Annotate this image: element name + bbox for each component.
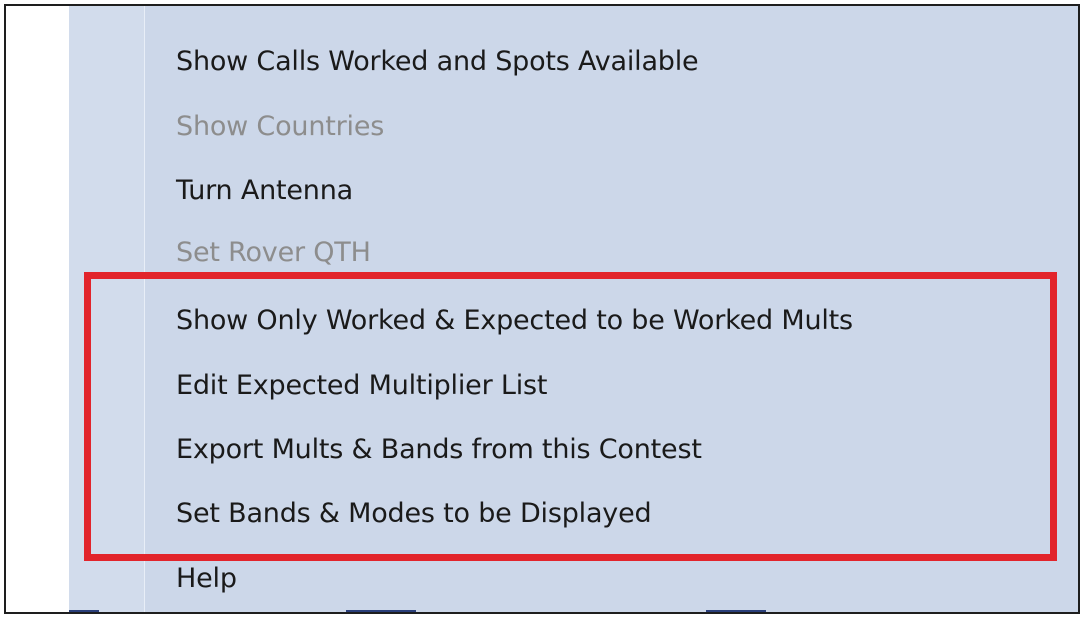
- menu-item-turn-antenna[interactable]: Turn Antenna: [176, 174, 353, 208]
- menu-item-show-countries: Show Countries: [176, 111, 385, 142]
- menu-item-set-rover-qth: Set Rover QTH: [176, 237, 371, 268]
- background-text-fragment: [346, 610, 416, 612]
- menu-item-set-bands-modes[interactable]: Set Bands & Modes to be Displayed: [176, 497, 652, 531]
- background-text-fragment: [706, 610, 766, 612]
- menu-item-help[interactable]: Help: [176, 562, 237, 596]
- menu-item-export-mults-bands[interactable]: Export Mults & Bands from this Contest: [176, 433, 702, 467]
- menu-item-show-calls-worked[interactable]: Show Calls Worked and Spots Available: [176, 45, 699, 79]
- screenshot-frame: Show Calls Worked and Spots Available Sh…: [4, 4, 1080, 614]
- menu-icon-gutter: [69, 6, 145, 612]
- background-window-strip: [69, 612, 1080, 614]
- menu-item-edit-expected-multiplier-list[interactable]: Edit Expected Multiplier List: [176, 369, 547, 403]
- menu-item-show-only-worked-mults[interactable]: Show Only Worked & Expected to be Worked…: [176, 304, 853, 338]
- background-text-fragment: [69, 610, 99, 612]
